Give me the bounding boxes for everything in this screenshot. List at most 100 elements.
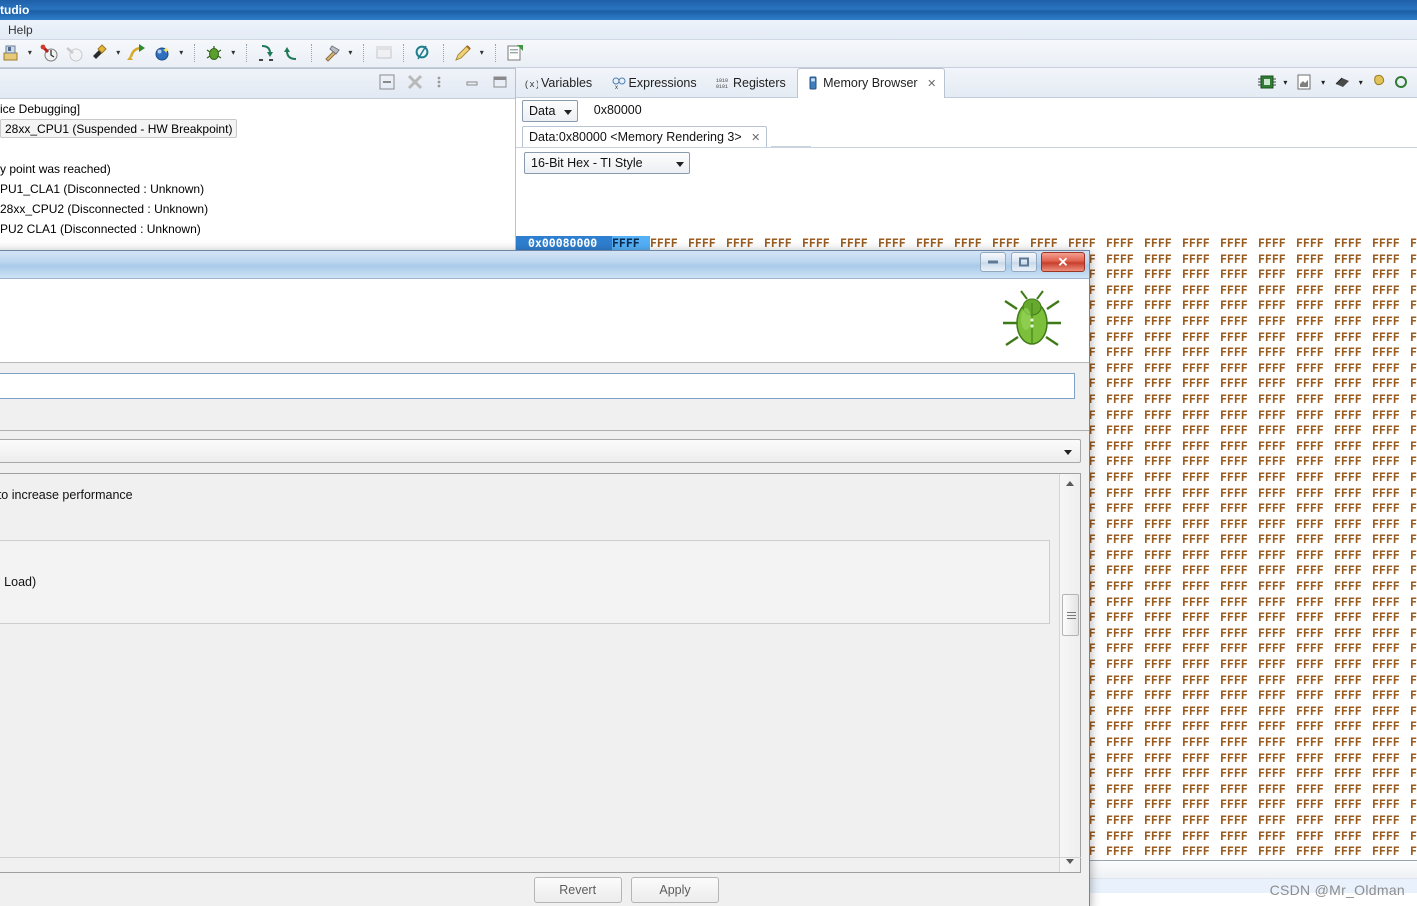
memory-data-cell[interactable]: FFFF	[1182, 252, 1220, 268]
memory-data-cell[interactable]: FFFF	[1220, 657, 1258, 673]
sector-row[interactable]: Sector A (0x80000 - 0x81FFF)	[0, 652, 1058, 674]
memory-data-cell[interactable]: FFFF	[1410, 673, 1417, 689]
memory-data-cell[interactable]: FFFF	[1334, 267, 1372, 283]
memory-data-cell[interactable]: FFFF	[1220, 673, 1258, 689]
erase-option-entire-flash[interactable]: Entire Flash	[0, 549, 1049, 571]
memory-data-cell[interactable]: FFFF	[1258, 252, 1296, 268]
memory-data-cell[interactable]: FFFF	[1258, 408, 1296, 424]
memory-data-cell[interactable]: FFFF	[1296, 829, 1334, 845]
memory-data-cell[interactable]: FFFF	[1144, 517, 1182, 533]
memory-data-cell[interactable]: FFFF	[1106, 657, 1144, 673]
memory-data-cell[interactable]: FFFF	[1258, 454, 1296, 470]
memory-data-cell[interactable]: FFFF	[1144, 376, 1182, 392]
memory-data-cell[interactable]: FFFF	[1296, 704, 1334, 720]
memory-data-cell[interactable]: FFFF	[1296, 813, 1334, 829]
memory-data-cell[interactable]: FFFF	[1106, 486, 1144, 502]
memory-data-cell[interactable]: FFFF	[1144, 392, 1182, 408]
memory-data-cell[interactable]: FFFF	[1220, 704, 1258, 720]
save-dropdown-icon[interactable]: ▾	[25, 40, 34, 66]
memory-data-cell[interactable]: FFFF	[1410, 595, 1417, 611]
chip-icon[interactable]	[1332, 72, 1352, 92]
memory-data-cell[interactable]: FFFF	[1144, 563, 1182, 579]
memory-data-cell[interactable]: FFFF	[1410, 563, 1417, 579]
memory-data-cell[interactable]: FFFF	[1410, 626, 1417, 642]
memory-data-cell[interactable]: FFFF	[1296, 782, 1334, 798]
memory-data-cell[interactable]: FFFF	[1106, 626, 1144, 642]
memory-data-cell[interactable]: FFFF	[1220, 376, 1258, 392]
memory-data-cell[interactable]: FFFF	[1296, 673, 1334, 689]
memory-data-cell[interactable]: FFFF	[1334, 704, 1372, 720]
memory-data-cell[interactable]: FFFF	[1258, 579, 1296, 595]
memory-data-cell[interactable]: FFFF	[1144, 797, 1182, 813]
memory-data-cell[interactable]: FFFF	[1144, 548, 1182, 564]
memory-data-cell[interactable]: FFFF	[1410, 517, 1417, 533]
maximize-button[interactable]	[1010, 252, 1037, 272]
memory-data-cell[interactable]: FFFF	[1410, 641, 1417, 657]
memory-data-cell[interactable]: FFFF	[1106, 330, 1144, 346]
memory-data-cell[interactable]: FFFF	[1106, 423, 1144, 439]
globe-icon[interactable]	[152, 43, 172, 63]
memory-data-cell[interactable]: FFFF	[1372, 844, 1410, 860]
memory-data-cell[interactable]: FFFF	[1372, 579, 1410, 595]
close-button[interactable]: ✕	[1041, 252, 1085, 272]
memory-data-cell[interactable]: FFFF	[1144, 267, 1182, 283]
memory-data-cell[interactable]: FFFF	[1334, 626, 1372, 642]
memory-data-cell[interactable]: FFFF	[1220, 454, 1258, 470]
combine-sections-row[interactable]: Combine Sections during Program Load to …	[0, 484, 1058, 506]
bug-dropdown-icon[interactable]: ▾	[229, 40, 238, 66]
memory-data-cell[interactable]: FFFF	[1220, 641, 1258, 657]
view-menu-icon[interactable]	[434, 73, 452, 91]
memory-data-cell[interactable]: FFFF	[1410, 283, 1417, 299]
memory-rendering-tab[interactable]: Data:0x80000 <Memory Rendering 3> ✕	[522, 126, 768, 147]
memory-data-cell[interactable]: FFFF	[1144, 626, 1182, 642]
debug-tree-row[interactable]: PU1_CLA1 (Disconnected : Unknown)	[0, 179, 515, 199]
memory-data-cell[interactable]: FFFF	[1372, 236, 1410, 252]
memory-data-cell[interactable]: FFFF	[1258, 392, 1296, 408]
memory-data-cell[interactable]: FFFF	[1296, 548, 1334, 564]
memory-data-cell[interactable]: FFFF	[1144, 408, 1182, 424]
memory-data-cell[interactable]: FFFF	[1410, 408, 1417, 424]
memory-data-cell[interactable]: FFFF	[1296, 236, 1334, 252]
memory-data-cell[interactable]: FFFF	[1106, 704, 1144, 720]
memory-data-cell[interactable]: FFFF	[1372, 361, 1410, 377]
memory-data-cell[interactable]: FFFF	[1144, 829, 1182, 845]
memory-data-cell[interactable]: FFFF	[1334, 330, 1372, 346]
memory-data-cell[interactable]: FFFF	[1334, 719, 1372, 735]
memory-data-cell[interactable]: FFFF	[1182, 392, 1220, 408]
memory-data-cell[interactable]: FFFF	[1258, 439, 1296, 455]
memory-data-cell[interactable]: FFFF	[1334, 236, 1372, 252]
memory-data-cell[interactable]: FFFF	[1334, 610, 1372, 626]
memory-data-cell[interactable]: FFFF	[1296, 454, 1334, 470]
memory-data-cell[interactable]: FFFF	[1258, 704, 1296, 720]
memory-data-cell[interactable]: FFFF	[1372, 501, 1410, 517]
memory-data-cell[interactable]: FFFF	[1372, 563, 1410, 579]
memory-data-cell[interactable]: FFFF	[1296, 610, 1334, 626]
memory-address-input[interactable]: 0x80000	[589, 100, 1380, 122]
memory-data-cell[interactable]: FFFF	[1182, 517, 1220, 533]
memory-data-cell[interactable]: FFFF	[1106, 236, 1144, 252]
sector-row[interactable]: Sector I (0xA8000 - 0xAFFFF)	[0, 828, 1058, 850]
memory-data-cell[interactable]: FFFF	[1410, 392, 1417, 408]
memory-data-cell[interactable]: FFFF	[1372, 719, 1410, 735]
memory-data-cell[interactable]: FFFF	[1220, 330, 1258, 346]
memory-data-cell[interactable]: FFFF	[1372, 408, 1410, 424]
memory-data-cell[interactable]: FFFF	[1182, 829, 1220, 845]
memory-data-cell[interactable]: FFFF	[1220, 361, 1258, 377]
memory-data-cell[interactable]: FFFF	[1372, 454, 1410, 470]
memory-data-cell[interactable]: FFFF	[1372, 829, 1410, 845]
configuration-name-input[interactable]: xml	[0, 373, 1075, 399]
memory-chip-icon[interactable]	[1257, 72, 1277, 92]
memory-data-cell[interactable]: FFFF	[1410, 751, 1417, 767]
memory-data-cell[interactable]: FFFF	[1182, 844, 1220, 860]
memory-data-cell[interactable]: FFFF	[1106, 579, 1144, 595]
memory-data-cell[interactable]: FFFF	[1144, 782, 1182, 798]
memory-data-cell[interactable]: FFFF	[1258, 751, 1296, 767]
memory-data-cell[interactable]: FFFF	[1410, 532, 1417, 548]
memory-data-cell[interactable]: FFFF	[1144, 704, 1182, 720]
memory-data-cell[interactable]: FFFF	[1296, 392, 1334, 408]
memory-data-cell[interactable]: FFFF	[1334, 283, 1372, 299]
memory-data-cell[interactable]: FFFF	[1258, 563, 1296, 579]
memory-data-cell[interactable]: FFFF	[1106, 392, 1144, 408]
memory-data-cell[interactable]: FFFF	[1220, 610, 1258, 626]
memory-data-cell[interactable]: FFFF	[1144, 501, 1182, 517]
